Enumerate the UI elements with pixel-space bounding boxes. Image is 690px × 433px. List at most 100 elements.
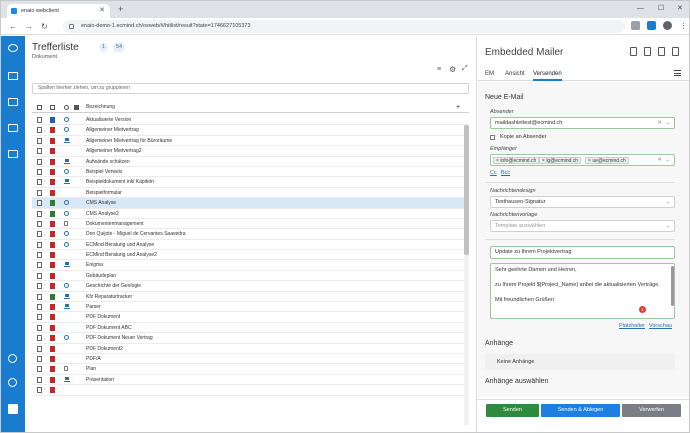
chevron-down-icon[interactable]: ⌄ — [665, 118, 670, 128]
group-drop-zone[interactable]: Spalten hierher ziehen, um zu gruppieren — [32, 83, 469, 94]
settings-icon[interactable]: ⚙ — [449, 65, 456, 74]
forward-icon[interactable]: → — [25, 21, 33, 32]
workflow-icon — [64, 158, 70, 164]
send-button[interactable]: Senden — [486, 404, 539, 417]
message-body-editor[interactable]: Sehr geehrte Damen und Herren, zu Ihrem … — [490, 263, 675, 319]
placeholder-link[interactable]: Platzhalter — [619, 323, 645, 329]
split-view-icon[interactable] — [644, 47, 651, 56]
cc-link[interactable]: Cc — [490, 170, 497, 176]
table-row[interactable]: Beispiel Verweis — [32, 167, 469, 178]
select-attachments-heading[interactable]: Anhänge auswählen — [485, 378, 548, 385]
window-icon[interactable] — [672, 47, 679, 56]
browser-menu-icon[interactable]: ⋮ — [680, 21, 687, 32]
subject-input[interactable]: Update zu Ihrem Projektvertrag — [490, 246, 675, 259]
add-column-button[interactable]: + — [456, 102, 460, 113]
close-tab-icon[interactable]: ✕ — [99, 4, 105, 18]
body-scrollbar[interactable] — [671, 266, 674, 306]
extension2-icon[interactable] — [647, 21, 656, 30]
tab-versenden[interactable]: Versenden — [533, 69, 562, 81]
table-row[interactable]: Allgemeiner Mietvertrag — [32, 125, 469, 136]
table-row[interactable]: Geschichte der Geologie — [32, 281, 469, 292]
chevron-down-icon[interactable]: ⌄ — [665, 155, 670, 165]
close-window-button[interactable]: ✕ — [677, 3, 683, 15]
send-and-file-button[interactable]: Senden & Ablegen — [541, 404, 620, 417]
excel-file-icon — [50, 210, 55, 217]
table-row[interactable] — [32, 385, 469, 396]
table-row[interactable]: Allgemeiner Mietvertrag2 — [32, 146, 469, 157]
folder-icon[interactable] — [8, 150, 18, 158]
list-icon[interactable] — [8, 124, 18, 132]
table-row[interactable]: ECMind Beratung und Analyse2 — [32, 250, 469, 261]
filter-icon[interactable]: ≡ — [437, 66, 441, 73]
table-row[interactable]: PDF Dokument ABC — [32, 323, 469, 334]
design-select[interactable]: Testhausen-Signatur ⌄ — [490, 196, 675, 208]
preview-link[interactable]: Vorschau — [649, 323, 672, 329]
discard-button[interactable]: Verwerfen — [622, 404, 681, 417]
template-select[interactable]: Template auswählen ⌄ — [490, 220, 675, 232]
chevron-down-icon[interactable]: ⌄ — [665, 221, 670, 231]
browser-tab[interactable]: enaio webclient ✕ — [7, 4, 110, 18]
table-row[interactable]: Kfz Reparaturtracker — [32, 292, 469, 303]
grid-icon[interactable] — [8, 72, 18, 80]
table-row[interactable]: Don Quijote - Miguel de Cervantes Saaved… — [32, 229, 469, 240]
status-circle-icon — [64, 210, 69, 216]
star-icon[interactable] — [8, 354, 17, 363]
col-lock-icon[interactable] — [74, 105, 79, 110]
tab-em[interactable]: EM — [485, 69, 494, 79]
col-status-icon[interactable] — [64, 105, 69, 110]
url-field[interactable]: enaio-demo-1.ecmind.ch/osweb/#/hitlist/r… — [63, 20, 625, 33]
table-row[interactable]: Aufwände schätzen — [32, 157, 469, 167]
table-row[interactable]: Dokumentenmanagement — [32, 219, 469, 230]
print-icon[interactable] — [658, 47, 665, 56]
table-row[interactable]: ECMind Beratung und Analyse — [32, 240, 469, 251]
table-row[interactable]: Beispielformular — [32, 188, 469, 199]
table-row[interactable]: PDF Dokument2 — [32, 344, 469, 354]
profile-icon[interactable] — [663, 21, 672, 30]
minimize-button[interactable]: — — [637, 3, 644, 15]
table-row[interactable]: Aktualisierte Version — [32, 115, 469, 126]
chevron-down-icon[interactable]: ⌄ — [665, 197, 670, 207]
table-row[interactable]: Gebäudeplan — [32, 271, 469, 282]
new-tab-button[interactable]: + — [118, 4, 123, 15]
table-row[interactable]: CMS Analyse — [32, 198, 469, 209]
clear-icon[interactable]: ✕ — [657, 118, 662, 128]
back-icon[interactable]: ← — [9, 21, 17, 32]
recipients-field[interactable]: × info@ecmind.ch × lg@ecmind.ch × ue@ecm… — [490, 154, 675, 166]
table-row[interactable]: PDF Dokument — [32, 312, 469, 323]
reload-icon[interactable]: ↻ — [41, 21, 48, 32]
recipient-chip[interactable]: × info@ecmind.ch — [493, 157, 540, 164]
maximize-button[interactable]: ☐ — [658, 3, 664, 15]
hitlist-scrollbar[interactable] — [464, 125, 469, 425]
table-row[interactable]: Allgemeiner Mietvertrag für Büroräume — [32, 136, 469, 147]
table-row[interactable]: Enigma — [32, 260, 469, 271]
document-icon[interactable] — [630, 47, 637, 56]
table-row[interactable]: Parser — [32, 302, 469, 313]
col-name-header[interactable]: Bezeichnung — [86, 102, 115, 113]
bcc-link[interactable]: Bcc — [501, 170, 510, 176]
workflow-icon — [64, 304, 70, 310]
expand-icon[interactable]: ⤢ — [462, 65, 468, 73]
table-row[interactable]: Beispieldokument inkl Kapiteln — [32, 177, 469, 188]
table-row[interactable]: PDF/A — [32, 354, 469, 365]
copy-sender-checkbox[interactable] — [490, 135, 495, 140]
hamburger-menu-icon[interactable] — [674, 70, 681, 76]
table-row[interactable]: PDF Dokument Neuer Vertrag — [32, 333, 469, 344]
document-icon — [37, 283, 42, 290]
inbox-icon[interactable] — [8, 98, 18, 106]
table-row[interactable]: Plan — [32, 364, 469, 375]
history-icon[interactable] — [8, 378, 17, 387]
tab-ansicht[interactable]: Ansicht — [505, 69, 525, 79]
logo-icon[interactable] — [8, 44, 18, 52]
user-avatar-icon[interactable] — [8, 404, 18, 414]
status-circle-icon — [64, 117, 69, 122]
table-row[interactable]: Präsentation — [32, 375, 469, 386]
recipient-chip[interactable]: × lg@ecmind.ch — [539, 157, 582, 164]
table-row[interactable]: CMS Analyse2 — [32, 209, 469, 219]
extension-icon[interactable] — [631, 21, 640, 30]
sender-field[interactable]: maildashlettest@ecmind.ch ✕ ⌄ — [490, 117, 675, 129]
embedded-mailer-panel: Embedded Mailer EM Ansicht Versenden Neu… — [478, 36, 689, 432]
col-format-icon[interactable] — [50, 105, 55, 110]
recipient-chip[interactable]: × ue@ecmind.ch — [585, 157, 629, 164]
clear-icon[interactable]: ✕ — [657, 155, 662, 165]
col-type-icon[interactable] — [37, 105, 42, 110]
